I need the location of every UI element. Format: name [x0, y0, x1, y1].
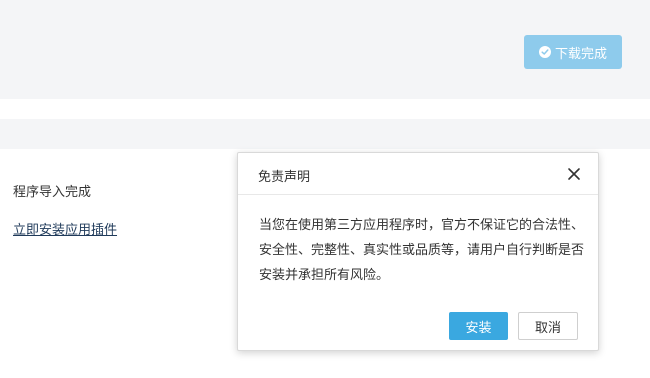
- close-icon[interactable]: [566, 166, 582, 182]
- disclaimer-body-text: 当您在使用第三方应用程序时，官方不保证它的合法性、安全性、完整性、真实性或品质等…: [259, 218, 585, 283]
- check-circle-icon: [538, 46, 551, 58]
- disclaimer-dialog: 免责声明 当您在使用第三方应用程序时，官方不保证它的合法性、安全性、完整性、真实…: [237, 152, 599, 351]
- dialog-header: 免责声明: [238, 153, 598, 195]
- import-status-text: 程序导入完成: [13, 185, 92, 200]
- section-divider-band: [0, 119, 650, 149]
- install-plugin-link[interactable]: 立即安装应用插件: [13, 219, 117, 238]
- install-button[interactable]: 安装: [449, 312, 508, 340]
- cancel-button[interactable]: 取消: [518, 312, 578, 340]
- download-complete-label: 下载完成: [554, 46, 607, 62]
- page: 下载完成 程序导入完成 立即安装应用插件 免责声明 当您在使用第三方应用程序时，…: [0, 0, 650, 378]
- top-toolbar-band: 下载完成: [0, 0, 650, 99]
- dialog-title: 免责声明: [258, 170, 311, 185]
- download-complete-button[interactable]: 下载完成: [524, 35, 622, 69]
